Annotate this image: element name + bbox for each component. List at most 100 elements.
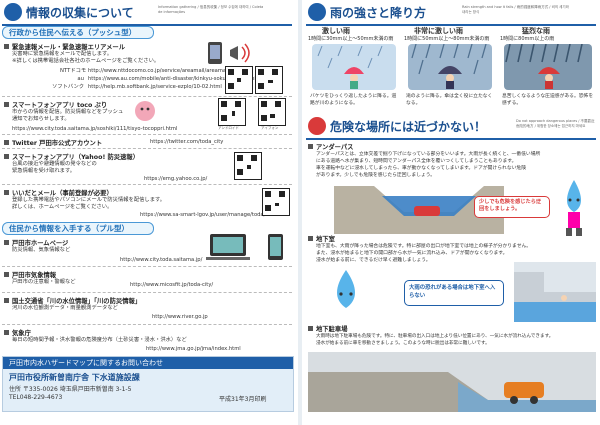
toco-mascot-icon	[135, 101, 155, 121]
print-date: 平成31年3月印刷	[219, 396, 267, 403]
underpass-warning-bubble: 少しでも危険を感じたら迂回をしましょう。	[474, 196, 550, 218]
warning-icon	[308, 117, 326, 135]
torrential-rain-illustration	[504, 44, 592, 90]
divider	[2, 324, 292, 325]
rain-strength-title: 雨の強さと降り方	[330, 6, 427, 20]
underpass-desc2: にある道路へ水が集まり、短時間でアンダーパス全体を覆いつくしてしまうこともありま…	[316, 159, 517, 164]
underground-desc1: 地下室も、大雨が降った場合は危険です。特に部屋の出口が地下室では地上の様子が分か…	[316, 244, 532, 249]
computer-phone-icon	[206, 234, 283, 260]
emergency-mail-desc1: 災害時に緊急情報をメールで配信します。	[12, 51, 113, 57]
info-gathering-subtitle: Information gathering / 信息的收集 / 정보 수집에 대…	[158, 5, 264, 14]
underground-flood-illustration	[514, 262, 596, 322]
rain-level-desc: 滝のように降る。傘は全く役に立たなくなる。	[406, 94, 493, 106]
very-heavy-rain-illustration	[408, 44, 492, 90]
rain-level-range: 1時間に50mm以上〜80mm未満の雨	[404, 36, 490, 42]
qr-code-itsudemo[interactable]	[262, 188, 290, 216]
underpass-bubble-text: 少しでも危険を感じたら迂回をしましょう。	[479, 199, 542, 212]
city-homepage-link[interactable]: http://www.city.toda.saitama.jp/	[120, 257, 202, 263]
hazard-map-page: 情報の収集について Information gathering / 信息的收集 …	[0, 0, 600, 425]
rain-level-range: 1時間に30mm以上〜50mm未満の雨	[308, 36, 394, 42]
divider	[2, 292, 292, 293]
danger-header: 危険な場所には近づかない！ Do not approach dangerous …	[306, 116, 596, 140]
rain-level-very-heavy: 非常に激しい雨 1時間に50mm以上〜80mm未満の雨 滝のように降る。傘は全く…	[404, 26, 496, 126]
contact-tel: TEL048-229-4673	[9, 394, 63, 401]
umbrella-icon	[308, 3, 326, 21]
underground-warning-bubble: 大雨の恐れがある場合は地下室へ入らない	[404, 280, 504, 306]
rain-level-desc: バケツをひっくり返したように降る。道路が川のようになる。	[310, 94, 397, 106]
phone-speaker-icon	[208, 42, 250, 64]
parking-title: 地下駐車場	[316, 326, 348, 333]
emergency-mail-desc2: ※詳しくは携帯電話会社各社のホームページをご覧ください。	[12, 58, 160, 64]
parking-flood-illustration	[308, 352, 596, 412]
contact-office: 戸田市役所新曽南庁舎 下水道施設課	[9, 373, 140, 382]
qr-code-yahoo[interactable]	[234, 152, 262, 180]
yahoo-app-link[interactable]: https://emg.yahoo.co.jp/	[144, 176, 207, 182]
left-panel: 情報の収集について Information gathering / 信息的收集 …	[0, 0, 296, 425]
divider	[2, 148, 292, 149]
toco-app-link[interactable]: https://www.city.toda.saitama.jp/soshiki…	[12, 126, 177, 132]
itsudemo-mail-desc2: 詳しくは、ホームページをご覧ください。	[12, 204, 113, 210]
weather-title: 戸田市気象情報	[12, 272, 57, 279]
weather-link[interactable]: http://www.micosfit.jp/toda-city/	[130, 282, 213, 288]
underground-desc3: 浸水が始まる前に、できるだけ早く避難しましょう。	[316, 258, 431, 263]
pull-band-label: 住民から情報を入手する（プル型）	[9, 224, 129, 233]
divider	[2, 96, 292, 97]
heavy-rain-illustration	[312, 44, 396, 90]
bullet-icon	[4, 190, 9, 195]
push-band: 行政から住民へ伝える（プッシュ型）	[2, 26, 154, 39]
toco-app-desc2: 通知でお知らせします。	[12, 116, 70, 122]
caption-ios: アイフォン	[261, 126, 279, 130]
rain-strength-header: 雨の強さと降り方 Rain strength and how it falls …	[306, 2, 596, 26]
yahoo-app-desc1: 台風の接近や避難情報の発令などの	[12, 161, 97, 167]
rain-level-heavy: 激しい雨 1時間に30mm以上〜50mm未満の雨 バケツをひっくり返したように降…	[308, 26, 400, 126]
underpass-title: アンダーパス	[316, 144, 354, 151]
bullet-icon	[4, 298, 9, 303]
city-homepage-title: 戸田市ホームページ	[12, 240, 69, 247]
twitter-title: Twitter 戸田市公式アカウント	[12, 140, 103, 147]
raindrop-mascot-icon	[337, 270, 355, 308]
underground-title: 地下室	[316, 236, 335, 243]
contact-box: 戸田市内水ハザードマップに関するお問い合わせ 戸田市役所新曽南庁舎 下水道施設課…	[2, 356, 294, 412]
bullet-icon	[4, 140, 9, 145]
toco-app-desc1: 市からの情報を配信。防災情報などをプッシュ	[12, 109, 124, 115]
page-gutter	[298, 0, 302, 425]
divider	[2, 184, 292, 185]
rain-level-desc: 息苦しくなるような圧迫感がある。恐怖を感ずる。	[502, 94, 594, 106]
carrier-name-softbank: ソフトバンク	[52, 84, 85, 90]
raindrop-mascot-icon	[566, 180, 582, 236]
qr-code-ios[interactable]	[258, 98, 286, 126]
yahoo-app-title: スマートフォンアプリ（Yahoo! 防災速報）	[12, 154, 139, 161]
rain-strength-subtitle: Rain strength and how it falls / 雨的强度和降雨…	[462, 5, 569, 14]
bullet-icon	[4, 240, 9, 245]
carrier-link-softbank[interactable]: http://help.mb.softbank.jp/service-ezplo…	[88, 84, 222, 90]
underpass-desc1: アンダーパスとは、立体交差で掘り下げになっている部分をいいます。大雨が長く続くと…	[316, 152, 541, 157]
carrier-link-docomo[interactable]: http://www.nttdocomo.co.jp/service/aream…	[88, 68, 243, 74]
jma-title: 気象庁	[12, 330, 31, 337]
qr-code-au[interactable]	[255, 66, 283, 94]
carrier-name-au: au	[77, 76, 84, 82]
info-gathering-header: 情報の収集について Information gathering / 信息的收集 …	[2, 2, 292, 26]
qr-code-docomo[interactable]	[225, 66, 253, 94]
caption-android: アンドロイド	[218, 126, 239, 130]
underpass-desc4: があります。少しでも危険を感じたら迂回しましょう。	[316, 173, 436, 178]
jma-link[interactable]: http://www.jma.go.jp/jma/index.html	[146, 346, 241, 352]
carrier-name-docomo: NTTドコモ	[60, 68, 87, 74]
rain-level-torrential: 猛烈な雨 1時間に80mm以上の雨 息苦しくなるような圧迫感がある。恐怖を感ずる…	[500, 26, 596, 126]
mlit-desc: 河川の水位観測データ・雨量観測データなど	[12, 305, 118, 311]
underpass-desc3: 車を運転中などに浸水してしまったら、車が動かなくなってしまいます。ドアが開けられ…	[316, 166, 527, 171]
bullet-icon	[308, 326, 313, 331]
itsudemo-mail-link[interactable]: https://www.sa-smart-lgov.jp/user/manage…	[140, 212, 265, 218]
info-gathering-title: 情報の収集について	[26, 6, 134, 20]
bullet-icon	[308, 144, 313, 149]
toco-app-title: スマートフォンアプリ toco ぷり	[12, 102, 108, 109]
parking-desc2: 浸水が始まる前に車を移動させましょう。このような時に脱出は非常に難しいです。	[316, 341, 490, 346]
bullet-icon	[4, 102, 9, 107]
twitter-link[interactable]: https://twitter.com/toda_city	[150, 139, 223, 145]
mlit-link[interactable]: http://www.river.go.jp	[152, 314, 208, 320]
right-panel: 雨の強さと降り方 Rain strength and how it falls …	[304, 0, 600, 425]
bullet-icon	[4, 44, 9, 49]
info-icon	[4, 3, 22, 21]
qr-code-android[interactable]	[218, 98, 246, 126]
itsudemo-mail-title: いいだとメール（事前登録が必要）	[12, 190, 113, 197]
contact-header: 戸田市内水ハザードマップに関するお問い合わせ	[9, 359, 163, 367]
